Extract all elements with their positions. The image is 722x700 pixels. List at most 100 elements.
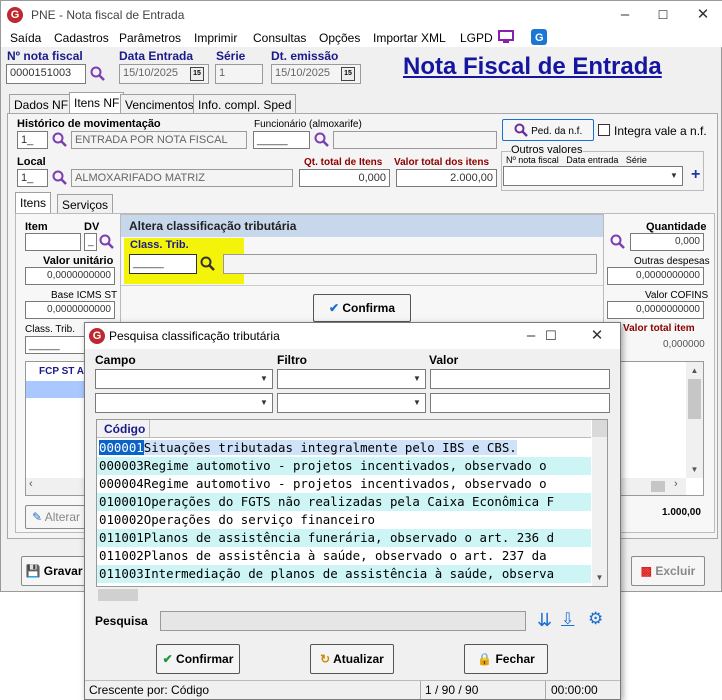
alterar-button[interactable]: ✎ Alterar [25, 505, 87, 529]
valor-input-2[interactable] [430, 393, 610, 413]
last-page-icon[interactable]: ⇩ [561, 611, 574, 629]
ped-nf-label: Ped. da n.f. [531, 126, 583, 137]
ped-nf-button[interactable]: Ped. da n.f. [502, 119, 594, 141]
search-icon[interactable] [99, 234, 115, 253]
pesquisa-input[interactable] [160, 611, 526, 631]
filtro-select-2[interactable]: ▼ [277, 393, 426, 413]
cell-codigo: 000004 [99, 476, 144, 491]
filtro-select[interactable]: ▼ [277, 369, 426, 389]
cell-descricao: Planos de assistência funerária, observa… [143, 530, 555, 545]
search-icon[interactable] [52, 170, 68, 189]
outros-valores-combo[interactable]: ▼ [503, 166, 683, 186]
add-icon[interactable]: + [691, 166, 700, 184]
item-input[interactable] [25, 233, 81, 251]
cell-descricao: Planos de assistência à saúde, observado… [143, 548, 547, 563]
menu-imprimir[interactable]: Imprimir [194, 31, 237, 45]
status-bar: Crescente por: Código 1 / 90 / 90 00:00:… [85, 680, 620, 699]
status-order: Crescente por: Código [89, 683, 210, 697]
table-row[interactable]: 011002Planos de assistência à saúde, obs… [97, 547, 591, 565]
valor-unitario-label: Valor unitário [43, 255, 114, 267]
tab-servicos[interactable]: Serviços [57, 194, 114, 214]
base-icms-st-input[interactable]: 0,0000000000 [25, 301, 115, 319]
menu-cadastros[interactable]: Cadastros [54, 31, 109, 45]
search-icon[interactable] [90, 66, 106, 85]
integra-checkbox[interactable] [598, 124, 610, 136]
menu-consultas[interactable]: Consultas [253, 31, 306, 45]
integra-label: Integra vale a n.f. [614, 124, 707, 138]
close-icon[interactable]: ✕ [581, 324, 613, 348]
tab-itens[interactable]: Itens [15, 192, 52, 214]
status-time: 00:00:00 [551, 683, 598, 697]
tab-dados-nf[interactable]: Dados NF [9, 94, 74, 114]
table-row[interactable]: 011001Planos de assistência funerária, o… [97, 529, 591, 547]
menu-opcoes[interactable]: Opções [319, 31, 360, 45]
historico-code-input[interactable]: 1_ [17, 131, 48, 149]
fechar-button[interactable]: 🔒 Fechar [464, 644, 548, 674]
search-icon[interactable] [314, 132, 330, 151]
confirmar-button[interactable]: ✔ Confirmar [156, 644, 240, 674]
valor-total-item-value: 0,000000 [663, 339, 705, 350]
menu-saida[interactable]: Saída [10, 31, 41, 45]
search-icon[interactable] [52, 132, 68, 151]
maximize-icon[interactable]: ☐ [643, 3, 683, 27]
results-header: Código [97, 420, 591, 438]
calendar-icon[interactable]: 15 [190, 67, 204, 81]
serie-input[interactable]: 1 [215, 64, 263, 84]
tab-info-compl-sped[interactable]: Info. compl. Sped [193, 94, 297, 114]
app-g-icon[interactable]: G [531, 29, 547, 48]
table-row[interactable]: 010001Operações do FGTS não realizadas p… [97, 493, 591, 511]
results-h-scrollbar[interactable] [96, 587, 608, 603]
menu-importar-xml[interactable]: Importar XML [373, 31, 446, 45]
search-icon[interactable] [610, 234, 626, 253]
tab-vencimentos[interactable]: Vencimentos [120, 94, 199, 114]
cell-codigo: 011001 [99, 530, 144, 545]
class-trib-input[interactable]: _____ [25, 336, 85, 354]
dv-input[interactable]: _ [84, 233, 97, 251]
table-row[interactable]: 011003Intermediação de planos de assistê… [97, 565, 591, 583]
confirma-button[interactable]: ✔ Confirma [313, 294, 411, 322]
valor-cofins-input[interactable]: 0,0000000000 [607, 301, 704, 319]
table-row[interactable]: 000001Situações tributadas integralmente… [97, 439, 591, 457]
excluir-label: Excluir [655, 564, 696, 578]
dt-emissao-label: Dt. emissão [271, 49, 339, 63]
svg-text:G: G [535, 32, 544, 44]
valor-input[interactable] [430, 369, 610, 389]
results-scrollbar[interactable]: ▼ [592, 420, 607, 586]
local-code-input[interactable]: 1_ [17, 169, 48, 187]
valor-cofins-label: Valor COFINS [645, 290, 709, 301]
nota-fiscal-input[interactable]: 0000151003 [6, 64, 86, 84]
table-row[interactable]: 010002Operações do serviço financeiro [97, 511, 591, 529]
cell-codigo: 010002 [99, 512, 144, 527]
search-icon[interactable] [200, 256, 216, 275]
valor-unitario-input[interactable]: 0,0000000000 [25, 267, 115, 285]
excluir-button[interactable]: ▩ Excluir [631, 556, 705, 586]
funcionario-input[interactable]: _____ [253, 131, 310, 149]
menu-parametros[interactable]: Parâmetros [119, 31, 181, 45]
valor-total-field: 2.000,00 [396, 169, 497, 187]
chevron-double-down-icon[interactable]: ⇊ [537, 611, 552, 629]
campo-select-2[interactable]: ▼ [95, 393, 273, 413]
gear-icon[interactable]: ⚙ [588, 610, 603, 628]
table-row[interactable]: 000003Regime automotivo - projetos incen… [97, 457, 591, 475]
altera-class-trib-input[interactable]: _____ [129, 254, 197, 274]
class-trib-label: Class. Trib. [25, 324, 76, 335]
gravar-button[interactable]: 💾 Gravar [21, 556, 87, 586]
close-icon[interactable]: ✕ [683, 3, 722, 27]
menu-lgpd[interactable]: LGPD [460, 31, 493, 45]
quantidade-input[interactable]: 0,000 [630, 233, 704, 251]
tab-itens-nf[interactable]: Itens NF [69, 92, 125, 114]
atualizar-button[interactable]: ↻ Atualizar [310, 644, 394, 674]
monitor-icon[interactable] [498, 30, 514, 47]
base-icms-st-label: Base ICMS ST [51, 290, 118, 301]
table-row[interactable]: 000004Regime automotivo - projetos incen… [97, 475, 591, 493]
grid-selected-row[interactable] [26, 381, 86, 398]
campo-label: Campo [95, 353, 136, 367]
outras-despesas-input[interactable]: 0,0000000000 [607, 267, 704, 285]
scrollbar-vertical[interactable]: ▲ ▼ [686, 362, 703, 478]
minimize-icon[interactable]: – [605, 3, 645, 27]
calendar-icon[interactable]: 15 [341, 67, 355, 81]
maximize-icon[interactable]: ☐ [535, 324, 567, 348]
results-rows: 000001Situações tributadas integralmente… [97, 439, 591, 583]
campo-select[interactable]: ▼ [95, 369, 273, 389]
grid-total-value: 1.000,00 [662, 507, 701, 518]
